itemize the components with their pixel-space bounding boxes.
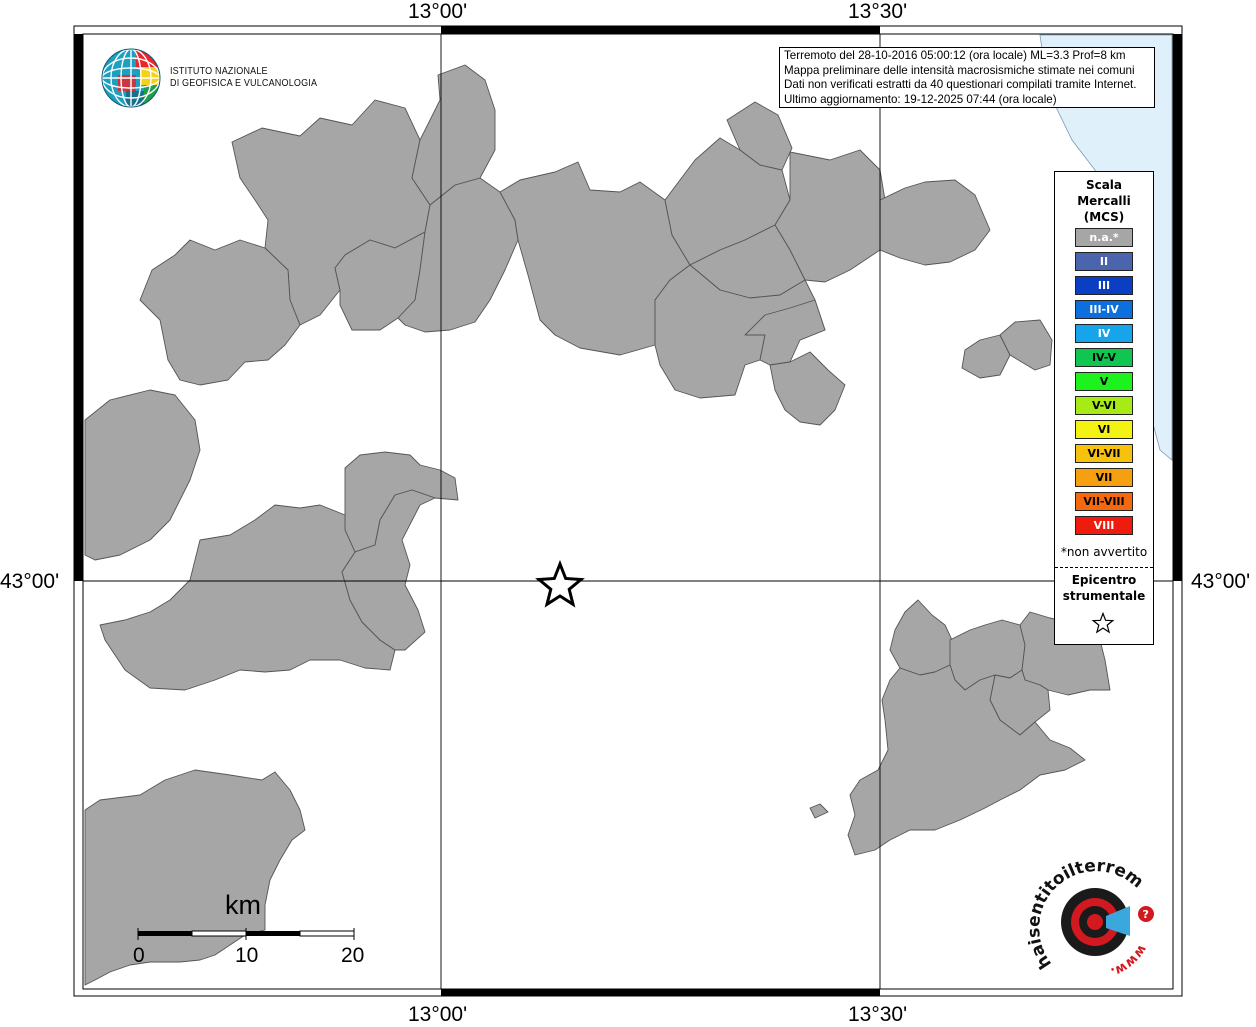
event-info-box: Terremoto del 28-10-2016 05:00:12 (ora l… xyxy=(779,47,1155,108)
legend-swatch: IV xyxy=(1075,324,1133,343)
epicenter-legend-line: strumentale xyxy=(1062,589,1146,603)
legend-swatch: V-VI xyxy=(1075,396,1133,415)
legend-swatch: VI xyxy=(1075,420,1133,439)
legend-swatch: VII xyxy=(1075,468,1133,487)
lon-label-top-1300: 13°00' xyxy=(408,0,468,23)
municipality-area xyxy=(999,319,1053,371)
question-mark-icon: ? xyxy=(1143,908,1149,921)
ingv-name-line1: ISTITUTO NAZIONALE xyxy=(170,65,268,77)
haisentito-logo: ? haisentitoilterremoto.it www. xyxy=(1022,837,1168,982)
lat-label-left-4300: 43°00' xyxy=(0,570,60,593)
scale-bar: km 0 10 20 xyxy=(130,890,370,970)
legend-swatch: II xyxy=(1075,252,1133,271)
legend-title: Scala Mercalli (MCS) xyxy=(1055,177,1153,225)
event-info-line: Ultimo aggiornamento: 19-12-2025 07:44 (… xyxy=(784,92,1057,106)
scale-unit: km xyxy=(225,890,261,920)
epicenter-legend-title: Epicentro strumentale xyxy=(1055,572,1153,604)
scale-tick-label: 0 xyxy=(133,944,145,967)
municipality-area xyxy=(84,389,201,561)
ingv-name-line2: DI GEOFISICA E VULCANOLOGIA xyxy=(170,77,318,89)
lon-label-bottom-1330: 13°30' xyxy=(848,1003,908,1026)
epicenter-legend-star-icon xyxy=(1091,612,1115,634)
intensity-legend: Scala Mercalli (MCS) n.a.* II III III-IV IV I… xyxy=(1054,171,1154,645)
epicenter-legend-line: Epicentro xyxy=(1071,573,1137,587)
ingv-wordmark: ISTITUTO NAZIONALE DI GEOFISICA E VULCAN… xyxy=(170,65,317,89)
municipality-area xyxy=(769,351,846,426)
scale-bar-graphic xyxy=(137,928,355,940)
lon-label-top-1330: 13°30' xyxy=(848,0,908,23)
municipalities xyxy=(84,64,1111,986)
scale-tick-label: 20 xyxy=(341,944,365,967)
legend-swatch: V xyxy=(1075,372,1133,391)
municipality-area xyxy=(847,664,1086,856)
event-info-line: Mappa preliminare delle intensità macros… xyxy=(784,63,1135,77)
ingv-globe-icon xyxy=(101,48,161,108)
epicenter-star-icon xyxy=(535,559,585,608)
legend-swatch: III-IV xyxy=(1075,300,1133,319)
municipality-area xyxy=(809,803,829,819)
legend-swatch: VII-VIII xyxy=(1075,492,1133,511)
legend-swatch: VIII xyxy=(1075,516,1133,535)
legend-note: *non avvertito xyxy=(1060,545,1148,559)
legend-title-line: (MCS) xyxy=(1083,210,1125,224)
legend-swatch: VI-VII xyxy=(1075,444,1133,463)
legend-swatch: n.a.* xyxy=(1075,228,1133,247)
legend-title-line: Mercalli xyxy=(1077,194,1131,208)
municipality-area xyxy=(879,179,991,266)
ingv-logo: ISTITUTO NAZIONALE DI GEOFISICA E VULCAN… xyxy=(100,47,317,109)
haisentito-logo-graphic: ? haisentitoilterremoto.it www. xyxy=(1022,837,1154,979)
legend-title-line: Scala xyxy=(1085,178,1123,192)
legend-swatch: III xyxy=(1075,276,1133,295)
legend-swatch: IV-V xyxy=(1075,348,1133,367)
municipality-area xyxy=(139,239,301,386)
lon-label-bottom-1300: 13°00' xyxy=(408,1003,468,1026)
event-info-line: Terremoto del 28-10-2016 05:00:12 (ora l… xyxy=(784,49,1126,62)
municipality-area xyxy=(889,599,953,676)
lat-label-right-4300: 43°00' xyxy=(1191,570,1251,593)
event-info-line: Dati non verificati estratti da 40 quest… xyxy=(784,78,1137,92)
legend-divider xyxy=(1055,567,1153,568)
scale-tick-label: 10 xyxy=(235,944,259,967)
